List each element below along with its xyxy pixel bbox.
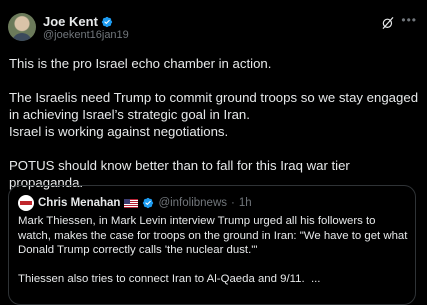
tweet-header: Joe Kent @joekent16jan19 ••• <box>8 10 419 44</box>
avatar-shirt <box>12 33 32 41</box>
more-options-icon[interactable]: ••• <box>401 14 417 26</box>
separator-dot: · <box>231 197 235 209</box>
quoted-verified-badge-icon <box>143 197 154 209</box>
author-name-row: Joe Kent <box>43 14 113 29</box>
grok-icon[interactable] <box>381 16 395 30</box>
tweet-line-1: This is the pro Israel echo chamber in a… <box>9 56 272 71</box>
quoted-avatar[interactable] <box>18 195 34 211</box>
avatar[interactable] <box>8 13 36 41</box>
tweet-line-3: Israel is working against negotiations. <box>9 124 229 139</box>
quoted-timestamp[interactable]: 1h <box>239 197 252 209</box>
tweet-body: This is the pro Israel echo chamber in a… <box>9 55 419 191</box>
author-name[interactable]: Joe Kent <box>43 14 98 29</box>
quoted-text-2: Thiessen also tries to connect Iran to A… <box>18 273 321 285</box>
quoted-tweet[interactable]: Chris Menahan @infolibnews · 1h Mark Thi… <box>8 185 416 305</box>
quoted-tweet-header: Chris Menahan @infolibnews · 1h <box>18 195 252 211</box>
verified-badge-icon <box>101 16 113 27</box>
quoted-author-name[interactable]: Chris Menahan <box>38 197 120 209</box>
tweet-line-2: The Israelis need Trump to commit ground… <box>9 90 422 122</box>
quoted-text-1: Mark Thiessen, in Mark Levin interview T… <box>18 215 411 256</box>
quoted-tweet-body: Mark Thiessen, in Mark Levin interview T… <box>18 214 410 287</box>
quoted-author-handle[interactable]: @infolibnews <box>158 197 227 209</box>
us-flag-icon <box>124 198 139 208</box>
author-handle[interactable]: @joekent16jan19 <box>43 29 129 41</box>
